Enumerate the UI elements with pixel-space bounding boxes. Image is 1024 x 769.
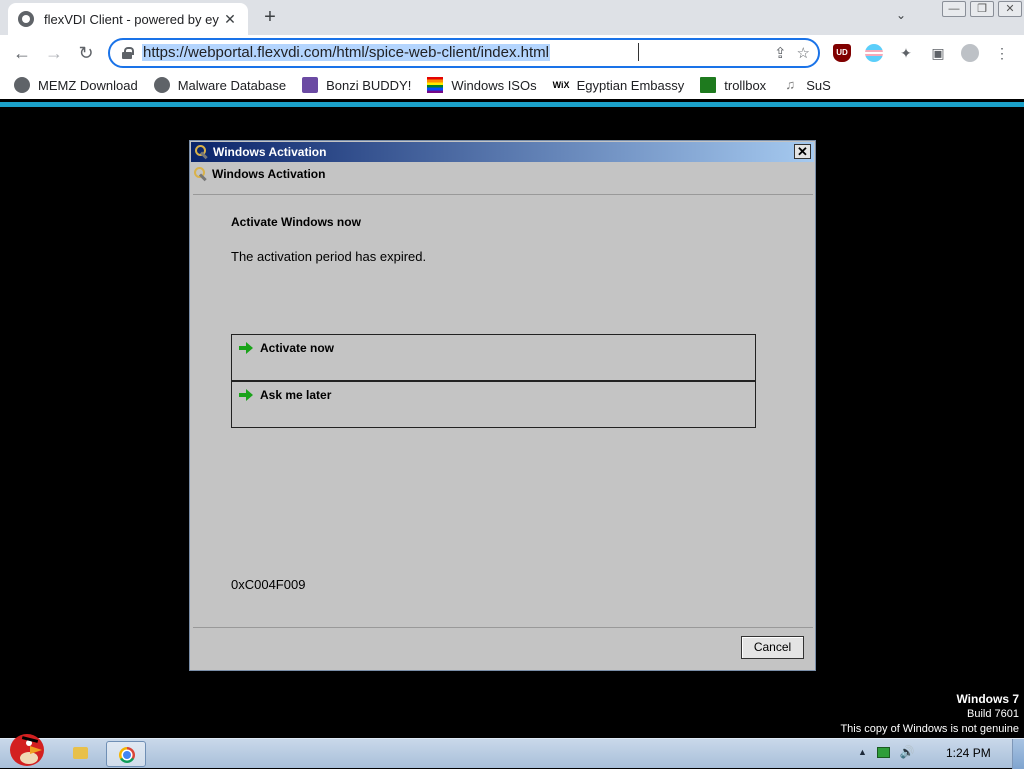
ublock-extension-icon[interactable]: UD xyxy=(833,44,851,62)
reload-button[interactable]: ↻ xyxy=(74,41,98,65)
keys-icon xyxy=(194,167,208,181)
dialog-titlebar[interactable]: Windows Activation ✕ xyxy=(191,142,814,162)
bookmark-sus[interactable]: ♫ SuS xyxy=(782,77,831,93)
green-arrow-icon xyxy=(239,341,253,355)
taskbar: ▲ 🔊 1:24 PM xyxy=(0,734,1024,769)
windows-activation-dialog: Windows Activation ✕ Windows Activation … xyxy=(189,140,816,671)
bookmark-label: Windows ISOs xyxy=(451,77,537,93)
sus-icon: ♫ xyxy=(785,77,796,92)
restore-button[interactable]: ❐ xyxy=(970,1,994,17)
show-desktop-button[interactable] xyxy=(1012,739,1024,769)
close-window-button[interactable]: ✕ xyxy=(998,1,1022,17)
ask-me-later-option[interactable]: Ask me later xyxy=(231,381,756,428)
volume-icon[interactable]: 🔊 xyxy=(900,745,915,759)
address-bar[interactable]: https://webportal.flexvdi.com/html/spice… xyxy=(108,38,820,68)
option-label: Activate now xyxy=(260,341,335,355)
bookmark-memz-download[interactable]: MEMZ Download xyxy=(14,77,138,93)
system-tray: ▲ 🔊 xyxy=(858,745,915,759)
text-cursor-icon xyxy=(638,43,640,61)
wix-icon: WiX xyxy=(552,80,570,90)
show-hidden-icons-icon[interactable]: ▲ xyxy=(858,747,867,757)
watermark-build: Build 7601 xyxy=(967,708,1019,720)
omnibox-actions: ⇪ ☆ xyxy=(774,44,810,62)
bookmark-trollbox[interactable]: trollbox xyxy=(700,77,766,93)
share-icon[interactable]: ⇪ xyxy=(774,44,787,62)
keys-icon xyxy=(195,145,209,159)
dialog-header: Windows Activation xyxy=(194,167,325,181)
bookmark-label: Malware Database xyxy=(177,77,287,93)
taskbar-clock[interactable]: 1:24 PM xyxy=(946,746,991,760)
tab-title: flexVDI Client - powered by ey xyxy=(44,11,219,27)
close-tab-icon[interactable]: ✕ xyxy=(222,11,238,28)
flag-extension-icon[interactable] xyxy=(865,44,883,62)
bookmark-label: SuS xyxy=(806,77,831,93)
bookmark-bonzi-buddy[interactable]: Bonzi BUDDY! xyxy=(302,77,411,93)
rainbow-flag-icon xyxy=(427,77,444,93)
favicon-icon xyxy=(18,11,34,27)
lock-icon[interactable] xyxy=(122,47,134,59)
dialog-title: Windows Activation xyxy=(213,145,327,159)
new-tab-button[interactable]: + xyxy=(259,6,281,28)
bookmark-egyptian-embassy[interactable]: WiX Egyptian Embassy xyxy=(553,77,685,93)
chrome-icon xyxy=(119,747,135,763)
bookmark-star-icon[interactable]: ☆ xyxy=(797,44,810,62)
remote-desktop[interactable]: Windows Activation ✕ Windows Activation … xyxy=(0,107,1024,768)
tab-strip: flexVDI Client - powered by ey ✕ + ⌄ — ❐… xyxy=(0,0,1024,35)
bird-beak xyxy=(30,746,42,754)
genuine-watermark: Windows 7 Build 7601 This copy of Window… xyxy=(840,692,1019,737)
option-label: Ask me later xyxy=(260,388,332,402)
folder-icon xyxy=(73,747,88,759)
taskbar-chrome-button[interactable] xyxy=(106,741,146,767)
forward-button[interactable]: → xyxy=(42,41,66,65)
trollbox-icon xyxy=(700,77,717,93)
bookmark-windows-isos[interactable]: Windows ISOs xyxy=(427,77,537,93)
bookmark-malware-database[interactable]: Malware Database xyxy=(153,77,287,93)
globe-icon xyxy=(14,77,30,93)
start-button[interactable] xyxy=(6,730,46,768)
side-panel-icon[interactable]: ▣ xyxy=(929,44,947,62)
activate-now-option[interactable]: Activate now xyxy=(231,334,756,381)
network-icon[interactable] xyxy=(876,746,890,758)
cancel-button[interactable]: Cancel xyxy=(741,636,804,659)
browser-toolbar: ← → ↻ https://webportal.flexvdi.com/html… xyxy=(0,35,1024,71)
window-controls: — ❐ ✕ xyxy=(940,0,1024,18)
error-code: 0xC004F009 xyxy=(231,577,306,592)
globe-icon xyxy=(153,77,170,93)
bookmark-label: Bonzi BUDDY! xyxy=(326,77,412,93)
bookmarks-bar: MEMZ Download Malware Database Bonzi BUD… xyxy=(0,71,1024,99)
activation-message: The activation period has expired. xyxy=(231,249,427,264)
dialog-body: Activate Windows now The activation peri… xyxy=(193,194,813,628)
back-button[interactable]: ← xyxy=(10,41,34,65)
extensions-puzzle-icon[interactable]: ✦ xyxy=(897,44,915,62)
browser-tab[interactable]: flexVDI Client - powered by ey ✕ xyxy=(8,3,248,35)
bonzi-icon xyxy=(302,77,319,93)
dialog-header-title: Windows Activation xyxy=(212,167,326,181)
url-text[interactable]: https://webportal.flexvdi.com/html/spice… xyxy=(142,44,550,61)
dialog-close-button[interactable]: ✕ xyxy=(794,144,811,159)
taskbar-explorer-button[interactable] xyxy=(60,741,100,767)
minimize-button[interactable]: — xyxy=(942,1,966,17)
menu-kebab-icon[interactable]: ⋮ xyxy=(993,44,1011,62)
tab-search-chevron-icon[interactable]: ⌄ xyxy=(896,8,906,22)
bookmark-label: MEMZ Download xyxy=(38,77,138,93)
watermark-os: Windows 7 xyxy=(956,692,1019,706)
green-arrow-icon xyxy=(239,388,253,402)
bookmark-label: Egyptian Embassy xyxy=(576,77,685,93)
bookmark-label: trollbox xyxy=(724,77,767,93)
activation-heading: Activate Windows now xyxy=(231,215,361,229)
watermark-notice: This copy of Windows is not genuine xyxy=(840,723,1019,735)
profile-avatar-icon[interactable] xyxy=(961,44,979,62)
